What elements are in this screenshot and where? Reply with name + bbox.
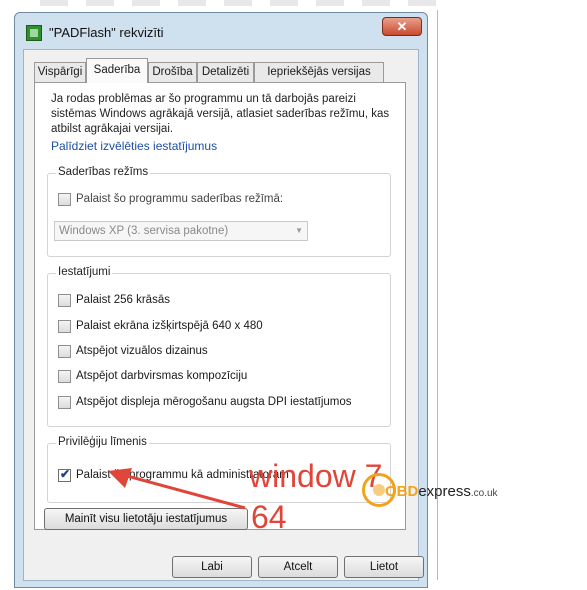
arrow-shaft [119,472,246,510]
watermark-accent: OBD [385,483,419,500]
watermark-main: express [418,483,471,500]
annotation-arrow [108,468,246,510]
annotation-bits-text: 64 [251,499,287,535]
tab-compatibility[interactable]: Saderība [86,58,148,83]
watermark-text: OBDexpress.co.uk [385,483,498,500]
arrow-head [108,468,132,488]
watermark-tld: .co.uk [470,488,498,499]
